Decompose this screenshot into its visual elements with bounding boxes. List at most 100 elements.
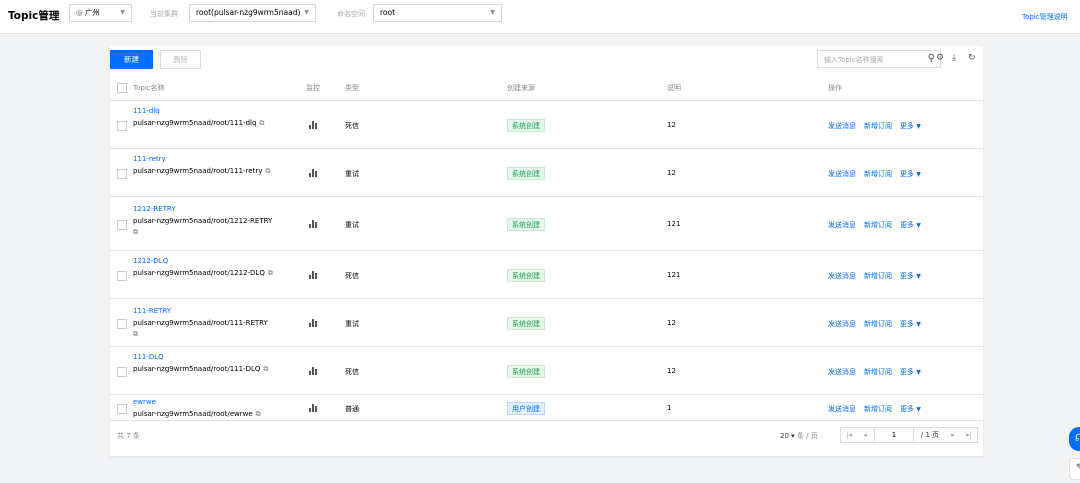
delete-button[interactable]: 删除: [160, 50, 201, 69]
chevron-down-icon: ▼: [120, 9, 125, 16]
send-message-link[interactable]: 发送消息: [828, 367, 856, 377]
page-total: / 1 页: [920, 431, 940, 439]
topic-type: 重试: [345, 221, 359, 229]
send-message-link[interactable]: 发送消息: [828, 319, 856, 329]
add-subscription-link[interactable]: 新增订阅: [864, 404, 892, 414]
column-header: 操作: [828, 84, 842, 92]
row-checkbox[interactable]: [117, 220, 127, 230]
topic-name-link[interactable]: 111-DLQ: [133, 353, 164, 361]
topic-name-link[interactable]: 111-retry: [133, 155, 166, 163]
download-icon[interactable]: ⤓: [952, 53, 956, 63]
row-checkbox[interactable]: [117, 169, 127, 179]
search-input[interactable]: 输入Topic名称搜索 ⚲: [817, 50, 941, 68]
more-menu[interactable]: 更多 ▼: [900, 169, 921, 179]
add-subscription-link[interactable]: 新增订阅: [864, 271, 892, 281]
more-menu[interactable]: 更多 ▼: [900, 121, 921, 131]
topic-type: 死信: [345, 368, 359, 376]
table-row: 111-DLQ pulsar-nzg9wrm5naad/root/111-DLQ…: [110, 347, 983, 395]
feedback-float-button[interactable]: ✎: [1069, 458, 1080, 480]
chevron-down-icon: ▼: [916, 273, 921, 280]
add-subscription-link[interactable]: 新增订阅: [864, 220, 892, 230]
send-message-link[interactable]: 发送消息: [828, 121, 856, 131]
copy-icon[interactable]: ⧉: [268, 269, 273, 277]
table-header: Topic名称 监控 类型 创建来源 说明 操作: [110, 77, 983, 101]
page-title: Topic管理: [8, 10, 60, 22]
more-menu[interactable]: 更多 ▼: [900, 319, 921, 329]
column-header: 说明: [667, 84, 681, 92]
bar-chart-icon[interactable]: [309, 367, 317, 375]
namespace-select[interactable]: root ▼: [373, 4, 502, 22]
bar-chart-icon[interactable]: [309, 404, 317, 412]
send-message-link[interactable]: 发送消息: [828, 404, 856, 414]
topic-type: 死信: [345, 272, 359, 280]
copy-icon[interactable]: ⧉: [265, 167, 270, 175]
topic-name-link[interactable]: 111-RETRY: [133, 307, 171, 315]
pagination: |◂ ◂ 1 / 1 页 ▸ ▸|: [840, 427, 978, 443]
topic-path: pulsar-nzg9wrm5naad/root/111-RETRY: [133, 319, 268, 327]
first-page-icon[interactable]: |◂: [841, 428, 857, 442]
chevron-down-icon: ▼: [916, 123, 921, 130]
copy-icon[interactable]: ⧉: [256, 410, 261, 418]
topic-path: pulsar-nzg9wrm5naad/root/1212-DLQ ⧉: [133, 269, 273, 277]
bar-chart-icon[interactable]: [309, 169, 317, 177]
row-checkbox[interactable]: [117, 367, 127, 377]
new-button[interactable]: 新建: [110, 50, 153, 69]
source-badge: 用户创建: [507, 402, 545, 415]
more-menu[interactable]: 更多 ▼: [900, 367, 921, 377]
topic-name-link[interactable]: 1212-RETRY: [133, 205, 176, 213]
row-checkbox[interactable]: [117, 121, 127, 131]
table-row: 1212-RETRY pulsar-nzg9wrm5naad/root/1212…: [110, 197, 983, 251]
region-select[interactable]: ◎ 广州 ▼: [69, 4, 132, 22]
support-float-button[interactable]: ☊: [1069, 427, 1080, 451]
search-icon[interactable]: ⚲: [928, 53, 935, 64]
add-subscription-link[interactable]: 新增订阅: [864, 319, 892, 329]
topic-type: 普通: [345, 405, 359, 413]
copy-icon[interactable]: ⧉: [133, 228, 138, 237]
page-size-select[interactable]: 20 ▾ 条 / 页: [780, 431, 818, 441]
chevron-down-icon: ▼: [304, 9, 309, 16]
bar-chart-icon[interactable]: [309, 220, 317, 228]
copy-icon[interactable]: ⧉: [259, 119, 264, 127]
bar-chart-icon[interactable]: [309, 121, 317, 129]
send-message-link[interactable]: 发送消息: [828, 169, 856, 179]
prev-page-icon[interactable]: ◂: [857, 428, 873, 442]
topic-name-link[interactable]: 1212-DLQ: [133, 257, 168, 265]
chevron-down-icon: ▼: [916, 222, 921, 229]
cluster-select[interactable]: root(pulsar-nzg9wrm5naad) ▼: [189, 4, 316, 22]
column-header: 监控: [306, 84, 320, 92]
column-header: Topic名称: [133, 84, 165, 92]
add-subscription-link[interactable]: 新增订阅: [864, 121, 892, 131]
add-subscription-link[interactable]: 新增订阅: [864, 367, 892, 377]
bar-chart-icon[interactable]: [309, 271, 317, 279]
gear-icon[interactable]: ⚙: [936, 53, 944, 63]
more-menu[interactable]: 更多 ▼: [900, 220, 921, 230]
copy-icon[interactable]: ⧉: [133, 330, 138, 339]
more-menu[interactable]: 更多 ▼: [900, 271, 921, 281]
topic-name-link[interactable]: 111-dlq: [133, 107, 160, 115]
more-menu[interactable]: 更多 ▼: [900, 404, 921, 414]
refresh-icon[interactable]: ↻: [968, 53, 976, 63]
source-badge: 系统创建: [507, 218, 545, 231]
select-all-checkbox[interactable]: [117, 83, 127, 93]
bar-chart-icon[interactable]: [309, 319, 317, 327]
add-subscription-link[interactable]: 新增订阅: [864, 169, 892, 179]
send-message-link[interactable]: 发送消息: [828, 271, 856, 281]
topic-name-link[interactable]: ewrwe: [133, 398, 156, 406]
edit-icon: ✎: [1076, 463, 1080, 473]
last-page-icon[interactable]: ▸|: [961, 428, 977, 442]
help-link[interactable]: Topic管理说明: [1022, 12, 1068, 22]
row-checkbox[interactable]: [117, 271, 127, 281]
topic-description: 12: [667, 367, 676, 375]
page-input[interactable]: 1: [874, 428, 914, 442]
topic-type: 重试: [345, 320, 359, 328]
chevron-down-icon: ▼: [490, 9, 495, 16]
topic-type: 死信: [345, 122, 359, 130]
column-header: 创建来源: [507, 84, 535, 92]
next-page-icon[interactable]: ▸: [945, 428, 961, 442]
row-checkbox[interactable]: [117, 404, 127, 414]
copy-icon[interactable]: ⧉: [263, 365, 268, 373]
source-badge: 系统创建: [507, 167, 545, 180]
send-message-link[interactable]: 发送消息: [828, 220, 856, 230]
topic-card: 新建 删除 输入Topic名称搜索 ⚲ ⚙ ⤓ ↻ Topic名称 监控 类型 …: [110, 46, 983, 456]
row-checkbox[interactable]: [117, 319, 127, 329]
